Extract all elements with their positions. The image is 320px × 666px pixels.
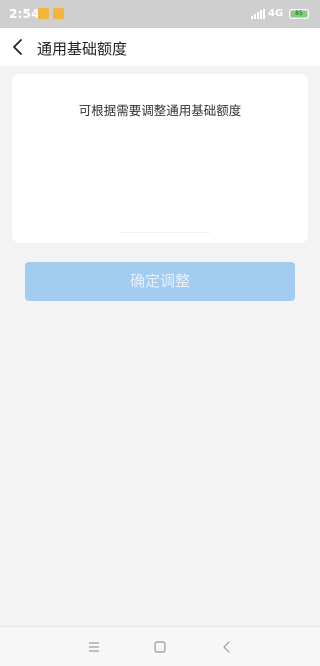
- quota-input-underline[interactable]: [120, 232, 210, 233]
- signal-icon: [251, 9, 265, 19]
- title-bar: 通用基础额度: [0, 28, 320, 66]
- back-icon[interactable]: [219, 639, 235, 655]
- quota-card: 可根据需要调整通用基础额度: [12, 74, 308, 243]
- notification-icon: [38, 8, 49, 19]
- status-bar: 2:54 4G 85: [0, 0, 320, 28]
- battery-level: 85: [291, 11, 307, 17]
- chevron-left-icon[interactable]: [6, 35, 30, 59]
- battery-icon: 85: [289, 9, 309, 19]
- confirm-adjust-button[interactable]: 确定调整: [25, 262, 295, 301]
- quota-hint: 可根据需要调整通用基础额度: [78, 103, 242, 118]
- home-icon[interactable]: [152, 639, 168, 655]
- menu-icon[interactable]: [86, 639, 102, 655]
- status-time: 2:54: [9, 7, 40, 21]
- system-nav-bar: [0, 626, 320, 666]
- notification-icon: [53, 8, 64, 19]
- page-title: 通用基础额度: [37, 40, 128, 58]
- network-type: 4G: [268, 8, 284, 19]
